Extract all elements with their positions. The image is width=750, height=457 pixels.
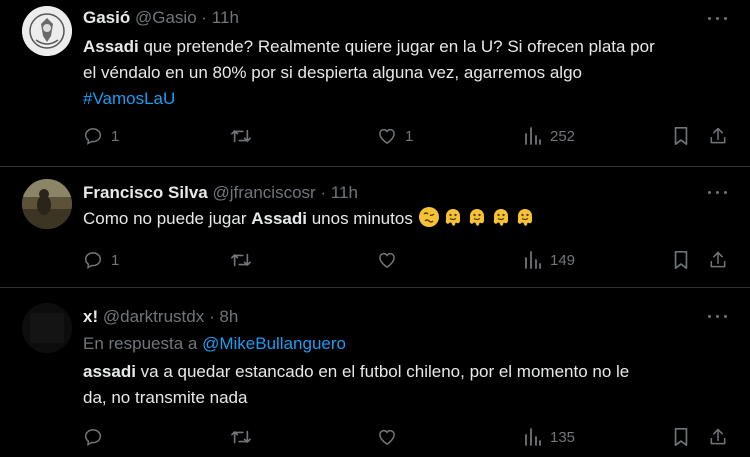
like-count: 1 (405, 127, 414, 145)
share-icon (710, 251, 726, 268)
views-count: 149 (550, 251, 576, 269)
melting-face-icon (445, 209, 460, 226)
more-options-icon[interactable] (706, 8, 730, 28)
action-bar: 135 (0, 424, 750, 450)
like-button[interactable] (377, 247, 405, 273)
views-chart-icon (525, 127, 541, 145)
retweet-icon (231, 129, 251, 143)
reply-count: 1 (111, 251, 120, 269)
retweet-icon (231, 430, 251, 444)
views-chart-icon (525, 428, 541, 446)
share-icon (710, 428, 726, 445)
melting-face-icon (469, 209, 484, 226)
timestamp[interactable]: 8h (219, 307, 238, 326)
separator: · (201, 8, 208, 27)
avatar[interactable] (22, 6, 72, 56)
retweet-icon (231, 253, 251, 267)
avatar-photo (22, 303, 72, 353)
text-line: da, no transmite nada (83, 388, 248, 407)
share-button[interactable] (708, 424, 728, 450)
reply-context: En respuesta a @MikeBullanguero (83, 334, 346, 354)
handle[interactable]: @Gasio (135, 8, 197, 27)
reply-button[interactable]: 1 (83, 123, 119, 149)
avatar[interactable] (22, 303, 72, 353)
timestamp[interactable]: 11h (331, 183, 358, 202)
share-button[interactable] (708, 247, 728, 273)
tweet[interactable]: Francisco Silva @jfranciscosr · 11h Como… (0, 167, 750, 287)
woozy-face-icon (418, 207, 439, 227)
views-count: 135 (550, 428, 576, 446)
text-line: Como no puede jugar (83, 209, 252, 228)
bookmark-button[interactable] (672, 424, 690, 450)
tweet-text: Assadi que pretende? Realmente quiere ju… (83, 34, 723, 112)
views-button[interactable]: 149 (524, 247, 575, 273)
retweet-button[interactable] (230, 123, 260, 149)
bookmark-icon (674, 251, 688, 269)
handle[interactable]: @jfranciscosr (212, 183, 315, 202)
reply-button[interactable] (83, 424, 111, 450)
mention-bold: Assadi (251, 209, 307, 228)
reply-button[interactable]: 1 (83, 247, 119, 273)
share-button[interactable] (708, 123, 728, 149)
reply-icon (84, 252, 102, 269)
share-icon (710, 127, 726, 144)
mention-bold: Assadi (83, 37, 139, 56)
text-line: va a quedar estancado en el futbol chile… (135, 362, 630, 381)
bookmark-icon (674, 428, 688, 446)
tweet-header: Francisco Silva @jfranciscosr · 11h (83, 183, 358, 203)
tweet-text: assadi va a quedar estancado en el futbo… (83, 359, 723, 411)
heart-icon (379, 429, 395, 445)
display-name[interactable]: x! (83, 307, 98, 326)
heart-icon (379, 128, 395, 144)
text-line: unos minutos (306, 209, 418, 228)
display-name[interactable]: Francisco Silva (83, 183, 208, 202)
like-button[interactable]: 1 (377, 123, 413, 149)
avatar[interactable] (22, 179, 72, 229)
views-button[interactable]: 252 (524, 123, 575, 149)
bookmark-button[interactable] (672, 123, 690, 149)
display-name[interactable]: Gasió (83, 8, 130, 27)
avatar-photo (22, 179, 72, 229)
reply-icon (84, 128, 102, 145)
views-button[interactable]: 135 (524, 424, 575, 450)
melting-face-icon (517, 209, 532, 226)
retweet-button[interactable] (230, 424, 260, 450)
hashtag-link[interactable]: #VamosLaU (83, 86, 723, 112)
bookmark-button[interactable] (672, 247, 690, 273)
bookmark-icon (674, 127, 688, 145)
more-options-icon[interactable] (706, 182, 730, 202)
reply-prefix: En respuesta a (83, 334, 203, 353)
separator: · (320, 183, 327, 202)
views-count: 252 (550, 127, 576, 145)
reply-handle-link[interactable]: @MikeBullanguero (202, 334, 346, 353)
reply-icon (84, 429, 102, 446)
handle[interactable]: @darktrustdx (103, 307, 204, 326)
text-line: el véndalo en un 80% por si despierta al… (83, 63, 582, 82)
melting-face-icon (493, 209, 508, 226)
separator: · (208, 307, 215, 326)
tweet-text: Como no puede jugar Assadi unos minutos (83, 206, 723, 232)
crest-logo-icon (22, 6, 72, 56)
views-chart-icon (525, 251, 541, 269)
tweet[interactable]: Gasió @Gasio · 11h Assadi que pretende? … (0, 0, 750, 166)
mention-bold: assadi (83, 362, 136, 381)
timestamp[interactable]: 11h (212, 8, 239, 27)
retweet-button[interactable] (230, 247, 260, 273)
action-bar: 1 149 (0, 247, 750, 273)
tweet[interactable]: x! @darktrustdx · 8h En respuesta a @Mik… (0, 288, 750, 457)
action-bar: 1 1 252 (0, 123, 750, 149)
tweet-header: x! @darktrustdx · 8h (83, 307, 238, 327)
like-button[interactable] (377, 424, 405, 450)
reply-count: 1 (111, 127, 120, 145)
heart-icon (379, 252, 395, 268)
tweet-header: Gasió @Gasio · 11h (83, 8, 239, 28)
text-line: que pretende? Realmente quiere jugar en … (138, 37, 655, 56)
more-options-icon[interactable] (706, 306, 730, 326)
